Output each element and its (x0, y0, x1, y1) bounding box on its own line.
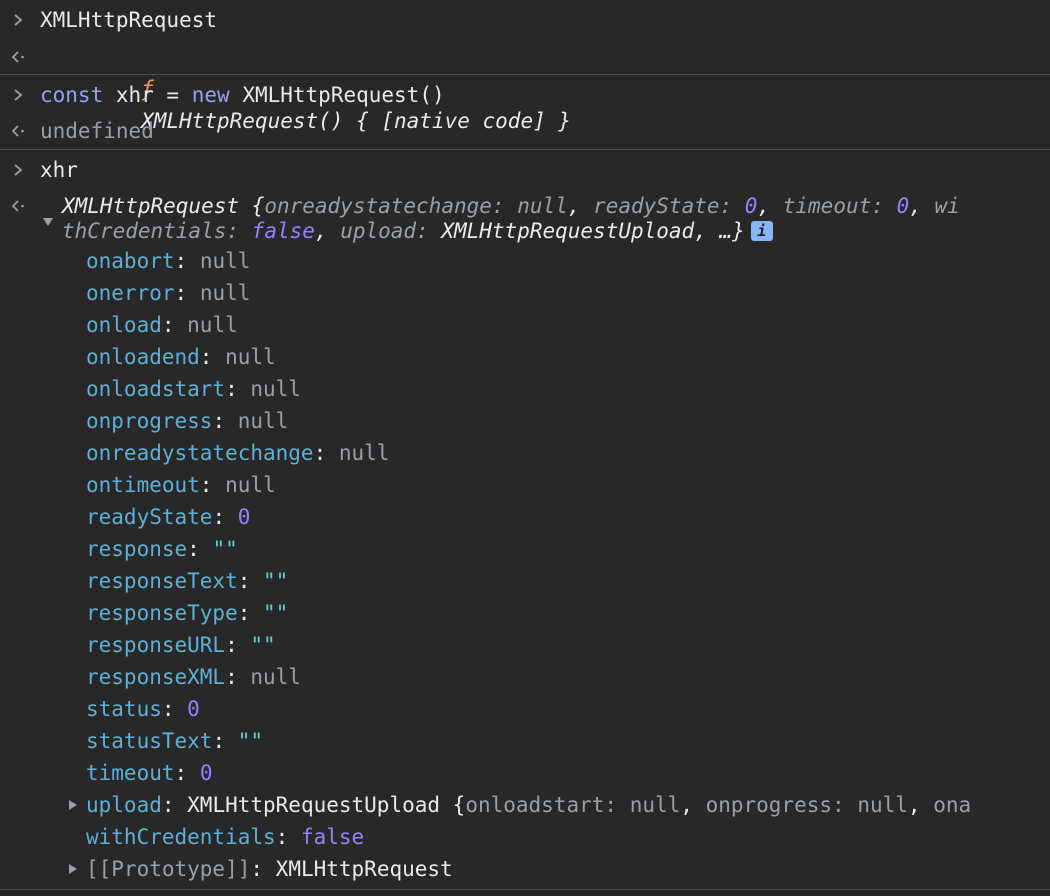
property-value: false (300, 825, 365, 849)
property-row-onloadend[interactable]: onloadend: null (86, 341, 276, 373)
devtools-console: XMLHttpRequest ƒ XMLHttpRequest() { [nat… (0, 0, 1050, 896)
property-value: null (199, 249, 251, 273)
property-key: statusText (86, 729, 213, 753)
input-text: xhr (40, 158, 78, 182)
property-key: upload (86, 793, 162, 817)
property-value: XMLHttpRequest (275, 857, 453, 881)
property-row-statusText[interactable]: statusText: "" (86, 725, 263, 757)
expand-triangle-right-icon[interactable] (69, 800, 77, 810)
property-row-onabort[interactable]: onabort: null (86, 245, 250, 277)
property-key: [[Prototype]] (86, 857, 251, 881)
console-entry-2: const xhr = new XMLHttpRequest() undefin… (0, 75, 1050, 150)
keyword-const: const (40, 83, 104, 107)
property-key: responseXML (86, 665, 226, 689)
property-row-readyState[interactable]: readyState: 0 (86, 501, 250, 533)
property-row-responseText[interactable]: responseText: "" (86, 565, 288, 597)
property-value: "" (263, 601, 289, 625)
expand-triangle-right-icon[interactable] (69, 864, 77, 874)
property-key: status (86, 697, 162, 721)
property-row-onload[interactable]: onload: null (86, 309, 238, 341)
property-value: "" (237, 729, 264, 753)
property-value: "" (263, 569, 289, 593)
property-key: ontimeout (86, 473, 200, 497)
property-row-ontimeout[interactable]: ontimeout: null (86, 469, 276, 501)
property-key: readyState (86, 505, 213, 529)
input-prompt-icon (8, 154, 28, 186)
output-return-icon (8, 115, 28, 147)
property-value: "" (250, 633, 276, 657)
output-text: undefined (40, 119, 154, 143)
output-return-icon (8, 41, 28, 73)
property-key: onloadstart (86, 377, 226, 401)
property-row-responseXML[interactable]: responseXML: null (86, 661, 301, 693)
property-key: onloadend (86, 345, 200, 369)
input-text-mid: xhr = (103, 83, 192, 107)
console-entry-1: XMLHttpRequest ƒ XMLHttpRequest() { [nat… (0, 0, 1050, 133)
property-row-responseURL[interactable]: responseURL: "" (86, 629, 276, 661)
property-key: timeout (86, 761, 175, 785)
property-row-upload[interactable]: upload: XMLHttpRequestUpload {onloadstar… (86, 789, 971, 821)
property-value: "" (212, 537, 238, 561)
input-prompt-icon (8, 79, 28, 111)
input-prompt-icon (8, 4, 28, 36)
property-row-prototype[interactable]: [[Prototype]]: XMLHttpRequest (86, 853, 453, 885)
property-value: 0 (187, 697, 200, 721)
property-key: onprogress (86, 409, 213, 433)
property-row-withCredentials[interactable]: withCredentials: false (86, 821, 364, 853)
property-row-onprogress[interactable]: onprogress: null (86, 405, 288, 437)
property-value: null (237, 409, 289, 433)
info-icon[interactable]: i (750, 221, 773, 241)
property-value: null (187, 313, 238, 337)
property-value: null (225, 345, 276, 369)
property-value: 0 (199, 761, 213, 785)
property-value: 0 (237, 505, 251, 529)
property-key: onerror (86, 281, 175, 305)
input-text: XMLHttpRequest (40, 8, 218, 32)
property-value: null (338, 441, 390, 465)
property-row-response[interactable]: response: "" (86, 533, 238, 565)
property-key: responseType (86, 601, 238, 625)
property-key: response (86, 537, 188, 561)
console-entry-3: xhr XMLHttpRequest {onreadystatechange: … (0, 150, 1050, 890)
property-key: onreadystatechange (86, 441, 314, 465)
console-input-line[interactable]: const xhr = new XMLHttpRequest() (0, 79, 1050, 111)
console-output-line: undefined (0, 115, 1050, 147)
input-text-end: XMLHttpRequest() (229, 83, 445, 107)
property-key: responseText (86, 569, 238, 593)
property-value: null (199, 281, 251, 305)
property-key: withCredentials (86, 825, 276, 849)
property-key: onload (86, 313, 162, 337)
property-value: null (225, 473, 276, 497)
property-row-status[interactable]: status: 0 (86, 693, 200, 725)
property-row-responseType[interactable]: responseType: "" (86, 597, 288, 629)
property-row-timeout[interactable]: timeout: 0 (86, 757, 212, 789)
property-value: null (250, 665, 301, 689)
console-output-line: ƒ XMLHttpRequest() { [native code] } (0, 41, 1050, 133)
console-input-line[interactable]: xhr (0, 154, 1050, 186)
property-key: responseURL (86, 633, 226, 657)
property-row-onreadystatechange[interactable]: onreadystatechange: null (86, 437, 389, 469)
console-input-line[interactable]: XMLHttpRequest (0, 4, 1050, 36)
property-row-onloadstart[interactable]: onloadstart: null (86, 373, 301, 405)
keyword-new: new (191, 83, 230, 107)
object-preview-line-2[interactable]: thCredentials: false, upload: XMLHttpReq… (0, 215, 1050, 247)
property-value: null (250, 377, 301, 401)
property-key: onabort (86, 249, 175, 273)
property-row-onerror[interactable]: onerror: null (86, 277, 250, 309)
